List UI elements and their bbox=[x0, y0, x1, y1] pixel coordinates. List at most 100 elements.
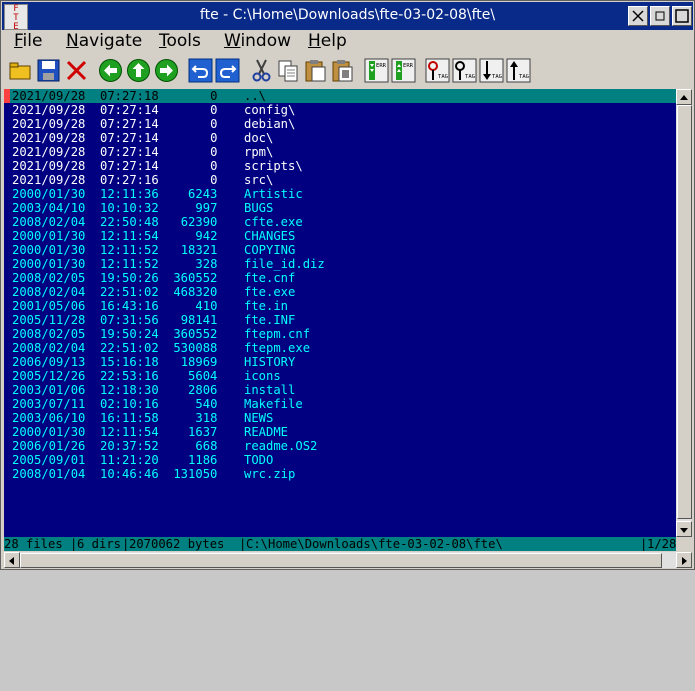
menu-bar: File Navigate Tools Window Help bbox=[2, 30, 693, 54]
forward-button[interactable] bbox=[154, 58, 179, 83]
status-path: C:\Home\Downloads\fte-03-02-08\fte\ bbox=[246, 537, 503, 551]
menu-tools[interactable]: Tools bbox=[159, 30, 201, 52]
redo-button[interactable] bbox=[215, 58, 240, 83]
file-date: 2005/12/26 bbox=[12, 369, 86, 383]
file-row[interactable]: 2000/01/30 12:11:52 18321 COPYING bbox=[4, 243, 676, 257]
file-size: 1186 bbox=[188, 453, 218, 467]
menu-help[interactable]: Help bbox=[308, 30, 347, 52]
file-row[interactable]: 2003/06/10 16:11:58 318 NEWS bbox=[4, 411, 676, 425]
file-time: 07:27:14 bbox=[100, 159, 159, 173]
scroll-down-button[interactable] bbox=[676, 521, 692, 537]
file-row[interactable]: 2005/09/01 11:21:20 1186 TODO bbox=[4, 453, 676, 467]
undo-button[interactable] bbox=[188, 58, 213, 83]
cursor-marker bbox=[4, 89, 10, 103]
file-time: 22:51:02 bbox=[100, 285, 159, 299]
file-row[interactable]: 2008/02/04 22:50:48 62390 cfte.exe bbox=[4, 215, 676, 229]
file-row[interactable]: 2000/01/30 12:11:52 328 file_id.diz bbox=[4, 257, 676, 271]
file-size: 6243 bbox=[188, 187, 218, 201]
next-error-button[interactable]: ERR bbox=[364, 58, 389, 83]
scroll-up-button[interactable] bbox=[676, 89, 692, 105]
next-error-icon: ERR bbox=[364, 58, 389, 83]
status-line: 28 files | 6 dirs | 2070062 bytes | C:\H… bbox=[4, 537, 676, 551]
file-name: fte.in bbox=[244, 299, 289, 313]
menu-window[interactable]: Window bbox=[224, 30, 291, 52]
file-row[interactable]: 2000/01/30 12:11:54 942 CHANGES bbox=[4, 229, 676, 243]
file-row[interactable]: 2005/11/28 07:31:56 98141 fte.INF bbox=[4, 313, 676, 327]
file-date: 2005/11/28 bbox=[12, 313, 86, 327]
close-icon bbox=[66, 60, 87, 81]
file-row[interactable]: 2021/09/28 07:27:14 0 scripts\ bbox=[4, 159, 676, 173]
copy-button[interactable] bbox=[276, 58, 301, 83]
file-date: 2001/05/06 bbox=[12, 299, 86, 313]
file-name: COPYING bbox=[244, 243, 296, 257]
file-size: 0 bbox=[210, 145, 218, 159]
undo-icon bbox=[188, 58, 213, 83]
file-date: 2000/01/30 bbox=[12, 229, 86, 243]
tag-label: TAG bbox=[438, 74, 448, 80]
file-name: Makefile bbox=[244, 397, 303, 411]
scroll-left-button[interactable] bbox=[4, 552, 20, 568]
menu-file[interactable]: File bbox=[14, 30, 42, 52]
file-row[interactable]: 2008/02/05 19:50:26 360552 fte.cnf bbox=[4, 271, 676, 285]
up-button[interactable] bbox=[126, 58, 151, 83]
close-file-button[interactable] bbox=[64, 58, 89, 83]
file-date: 2008/02/05 bbox=[12, 271, 86, 285]
file-row[interactable]: 2005/12/26 22:53:16 5604 icons bbox=[4, 369, 676, 383]
file-date: 2008/02/04 bbox=[12, 285, 86, 299]
vertical-scroll-thumb[interactable] bbox=[677, 105, 692, 519]
file-row[interactable]: 2001/05/06 16:43:16 410 fte.in bbox=[4, 299, 676, 313]
paste-button[interactable] bbox=[303, 58, 328, 83]
file-time: 02:10:16 bbox=[100, 397, 159, 411]
vertical-scrollbar[interactable] bbox=[676, 89, 692, 537]
menu-navigate-label: avigate bbox=[78, 31, 143, 51]
file-row[interactable]: 2021/09/28 07:27:14 0 doc\ bbox=[4, 131, 676, 145]
file-row[interactable]: 2008/02/04 22:51:02 530088 ftepm.exe bbox=[4, 341, 676, 355]
minimize-icon bbox=[632, 10, 644, 22]
minimize-button[interactable] bbox=[628, 6, 648, 26]
paste-icon bbox=[305, 60, 326, 82]
horizontal-scroll-thumb[interactable] bbox=[20, 553, 662, 568]
file-name: doc\ bbox=[244, 131, 274, 145]
file-list[interactable]: 2021/09/28 07:27:18 0 ..\ 2021/09/28 07:27:14… bbox=[4, 89, 676, 537]
file-time: 22:53:16 bbox=[100, 369, 159, 383]
back-button[interactable] bbox=[98, 58, 123, 83]
tag-find-button[interactable]: TAG bbox=[425, 58, 450, 83]
scroll-right-button[interactable] bbox=[676, 552, 692, 568]
file-time: 10:46:46 bbox=[100, 467, 159, 481]
file-row[interactable]: 2008/02/05 19:50:24 360552 ftepm.cnf bbox=[4, 327, 676, 341]
file-row[interactable]: 2021/09/28 07:27:16 0 src\ bbox=[4, 173, 676, 187]
file-row[interactable]: 2003/01/06 12:18:30 2806 install bbox=[4, 383, 676, 397]
file-row[interactable]: 2021/09/28 07:27:14 0 debian\ bbox=[4, 117, 676, 131]
file-row[interactable]: 2008/01/04 10:46:46 131050 wrc.zip bbox=[4, 467, 676, 481]
file-row[interactable]: 2000/01/30 12:11:54 1637 README bbox=[4, 425, 676, 439]
menu-navigate[interactable]: Navigate bbox=[66, 30, 142, 52]
horizontal-scrollbar[interactable] bbox=[4, 552, 692, 568]
file-row[interactable]: 2006/01/26 20:37:52 668 readme.OS2 bbox=[4, 439, 676, 453]
tag-previous-button[interactable]: TAG bbox=[506, 58, 531, 83]
open-button[interactable] bbox=[8, 58, 33, 83]
cut-button[interactable] bbox=[249, 58, 274, 83]
file-row[interactable]: 2021/09/28 07:27:14 0 config\ bbox=[4, 103, 676, 117]
file-date: 2000/01/30 bbox=[12, 257, 86, 271]
file-row[interactable]: 2003/04/10 10:10:32 997 BUGS bbox=[4, 201, 676, 215]
file-name: README bbox=[244, 425, 289, 439]
file-name: BUGS bbox=[244, 201, 274, 215]
maximize-button[interactable] bbox=[672, 6, 692, 26]
save-button[interactable] bbox=[36, 58, 61, 83]
file-time: 07:27:14 bbox=[100, 145, 159, 159]
file-row[interactable]: 2021/09/28 07:27:14 0 rpm\ bbox=[4, 145, 676, 159]
copy-icon bbox=[278, 60, 298, 82]
file-row[interactable]: 2021/09/28 07:27:18 0 ..\ bbox=[4, 89, 676, 103]
file-row[interactable]: 2003/07/11 02:10:16 540 Makefile bbox=[4, 397, 676, 411]
tag-find-prompt-button[interactable]: TAG bbox=[452, 58, 477, 83]
restore-button[interactable] bbox=[650, 6, 670, 26]
file-row[interactable]: 2000/01/30 12:11:36 6243 Artistic bbox=[4, 187, 676, 201]
up-icon bbox=[127, 59, 150, 82]
paste-block-button[interactable] bbox=[330, 58, 355, 83]
file-name: cfte.exe bbox=[244, 215, 303, 229]
file-row[interactable]: 2006/09/13 15:16:18 18969 HISTORY bbox=[4, 355, 676, 369]
tag-next-button[interactable]: TAG bbox=[479, 58, 504, 83]
title-bar[interactable]: F T E fte - C:\Home\Downloads\fte-03-02-… bbox=[2, 2, 693, 32]
previous-error-button[interactable]: ERR bbox=[391, 58, 416, 83]
file-row[interactable]: 2008/02/04 22:51:02 468320 fte.exe bbox=[4, 285, 676, 299]
